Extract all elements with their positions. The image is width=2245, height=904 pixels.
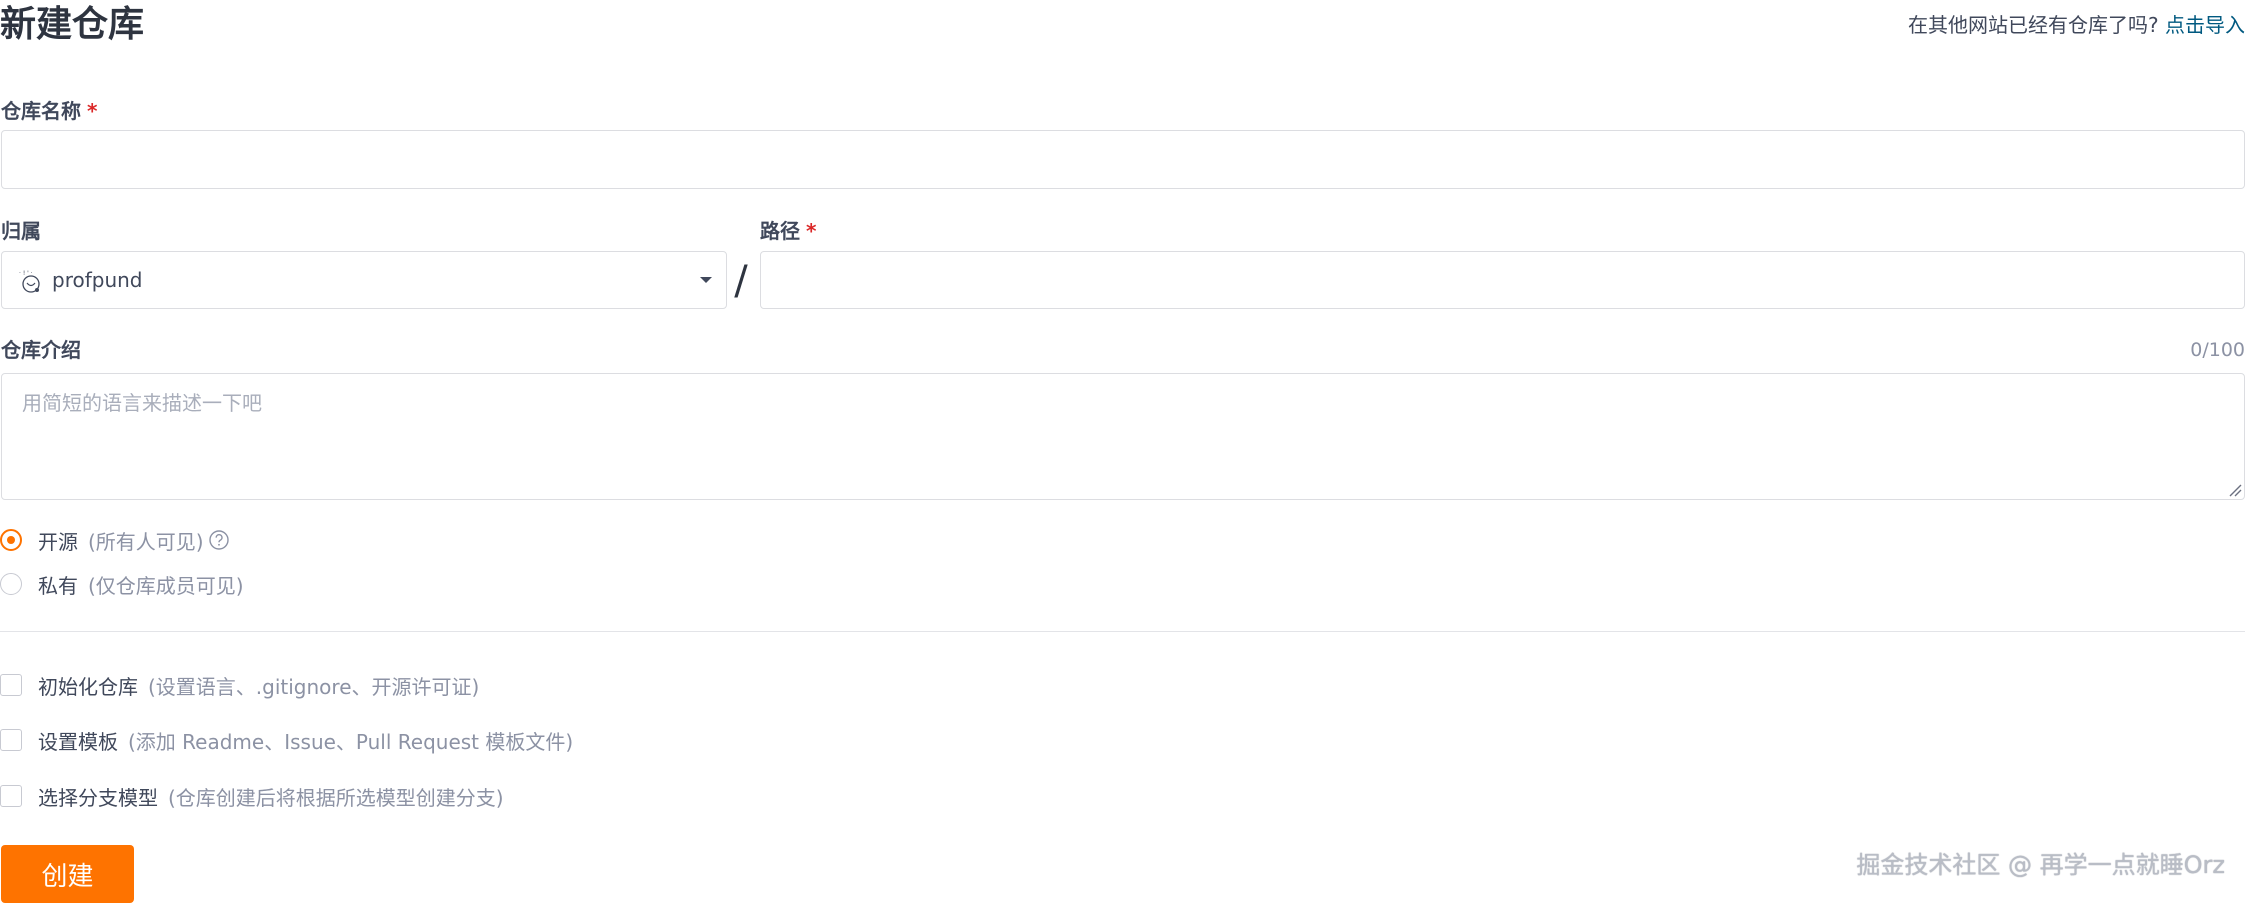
required-mark: * xyxy=(806,219,817,243)
import-hint: 在其他网站已经有仓库了吗? 点击导入 xyxy=(1908,10,2245,40)
owner-dropdown[interactable]: · ! ' · profpund xyxy=(1,251,727,309)
watermark: 掘金技术社区 @ 再学一点就睡Orz xyxy=(1856,851,2225,879)
user-avatar-icon: · ! ' · xyxy=(19,270,40,293)
private-radio[interactable] xyxy=(0,573,22,595)
public-radio[interactable] xyxy=(0,529,22,551)
option-label: 初始化仓库 xyxy=(38,674,138,699)
page-title: 新建仓库 xyxy=(0,4,145,45)
repo-name-label: 仓库名称 * xyxy=(1,96,97,126)
chevron-down-icon xyxy=(700,277,712,283)
question-circle-icon[interactable] xyxy=(208,529,230,551)
option-note: (所有人可见) xyxy=(88,529,204,554)
init-repo-checkbox[interactable] xyxy=(0,674,22,696)
option-note: (添加 Readme、Issue、Pull Request 模板文件) xyxy=(128,729,574,754)
owner-label: 归属 xyxy=(1,219,41,243)
import-link[interactable]: 点击导入 xyxy=(2165,13,2245,37)
path-input[interactable] xyxy=(760,251,2245,309)
path-label-text: 路径 xyxy=(760,219,800,243)
repo-name-label-text: 仓库名称 xyxy=(1,99,81,123)
option-label: 开源 xyxy=(38,529,78,554)
repo-name-input[interactable] xyxy=(1,130,2245,189)
owner-selected-value: profpund xyxy=(52,268,143,292)
path-label: 路径 * xyxy=(760,216,816,246)
option-label: 私有 xyxy=(38,573,78,598)
visibility-option-private[interactable]: 私有 (仅仓库成员可见) xyxy=(0,569,244,599)
template-checkbox[interactable] xyxy=(0,729,22,751)
option-note: (仅仓库成员可见) xyxy=(88,573,244,598)
option-note: (仓库创建后将根据所选模型创建分支) xyxy=(168,785,504,810)
init-repo-option[interactable]: 初始化仓库 (设置语言、.gitignore、开源许可证) xyxy=(0,670,479,700)
import-prompt-text: 在其他网站已经有仓库了吗? xyxy=(1908,13,2159,37)
description-label: 仓库介绍 xyxy=(1,338,81,362)
description-textarea[interactable] xyxy=(1,373,2245,500)
section-divider xyxy=(0,631,2245,632)
option-label: 选择分支模型 xyxy=(38,785,158,810)
new-repository-page: 新建仓库 在其他网站已经有仓库了吗? 点击导入 仓库名称 * 归属 · ! ' ·… xyxy=(0,0,2245,904)
option-label: 设置模板 xyxy=(38,729,118,754)
resize-handle-icon[interactable] xyxy=(2228,483,2242,497)
visibility-option-public[interactable]: 开源 (所有人可见) xyxy=(0,525,230,555)
branch-model-checkbox[interactable] xyxy=(0,785,22,807)
template-option[interactable]: 设置模板 (添加 Readme、Issue、Pull Request 模板文件) xyxy=(0,725,573,755)
path-separator: / xyxy=(734,258,748,304)
branch-model-option[interactable]: 选择分支模型 (仓库创建后将根据所选模型创建分支) xyxy=(0,781,504,811)
option-note: (设置语言、.gitignore、开源许可证) xyxy=(148,674,480,699)
required-mark: * xyxy=(87,99,98,123)
create-button[interactable]: 创建 xyxy=(1,845,134,903)
description-char-counter: 0/100 xyxy=(2190,339,2245,361)
